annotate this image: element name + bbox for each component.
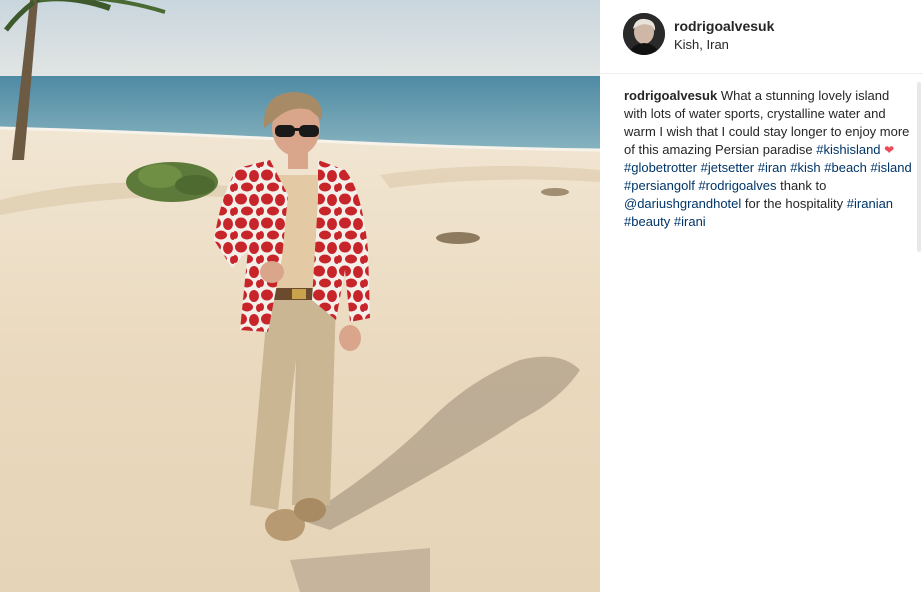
mention-dariushgrandhotel[interactable]: @dariushgrandhotel (624, 196, 741, 211)
post-caption: rodrigoalvesuk What a stunning lovely is… (624, 87, 914, 231)
caption-author-link[interactable]: rodrigoalvesuk (624, 88, 717, 103)
hashtag-irani[interactable]: #irani (674, 214, 706, 229)
hashtag-kishisland[interactable]: #kishisland (816, 142, 880, 157)
hashtag-beauty[interactable]: #beauty (624, 214, 670, 229)
hashtag-island[interactable]: #island (871, 160, 912, 175)
avatar[interactable] (623, 13, 665, 55)
caption-text-hospitality: for the hospitality (741, 196, 847, 211)
hashtag-rodrigoalves[interactable]: #rodrigoalves (698, 178, 776, 193)
caption-text-thanks: thank to (776, 178, 827, 193)
avatar-image (623, 13, 665, 55)
instagram-post: rodrigoalvesuk Kish, Iran rodrigoalvesuk… (0, 0, 923, 592)
location-link[interactable]: Kish, Iran (674, 37, 729, 52)
beach-photo (0, 0, 600, 592)
post-side-panel: rodrigoalvesuk Kish, Iran rodrigoalvesuk… (600, 0, 923, 592)
post-photo[interactable] (0, 0, 600, 592)
username-link[interactable]: rodrigoalvesuk (674, 18, 774, 34)
hashtag-iranian[interactable]: #iranian (847, 196, 893, 211)
heart-icon: ❤ (884, 143, 895, 157)
hashtag-globetrotter[interactable]: #globetrotter (624, 160, 697, 175)
hashtag-persiangolf[interactable]: #persiangolf (624, 178, 695, 193)
hashtag-beach[interactable]: #beach (824, 160, 867, 175)
hashtag-jetsetter[interactable]: #jetsetter (701, 160, 754, 175)
hashtag-iran[interactable]: #iran (758, 160, 787, 175)
hashtag-kish[interactable]: #kish (790, 160, 820, 175)
post-header: rodrigoalvesuk Kish, Iran (600, 0, 923, 74)
caption-scrollbar[interactable] (917, 82, 921, 252)
